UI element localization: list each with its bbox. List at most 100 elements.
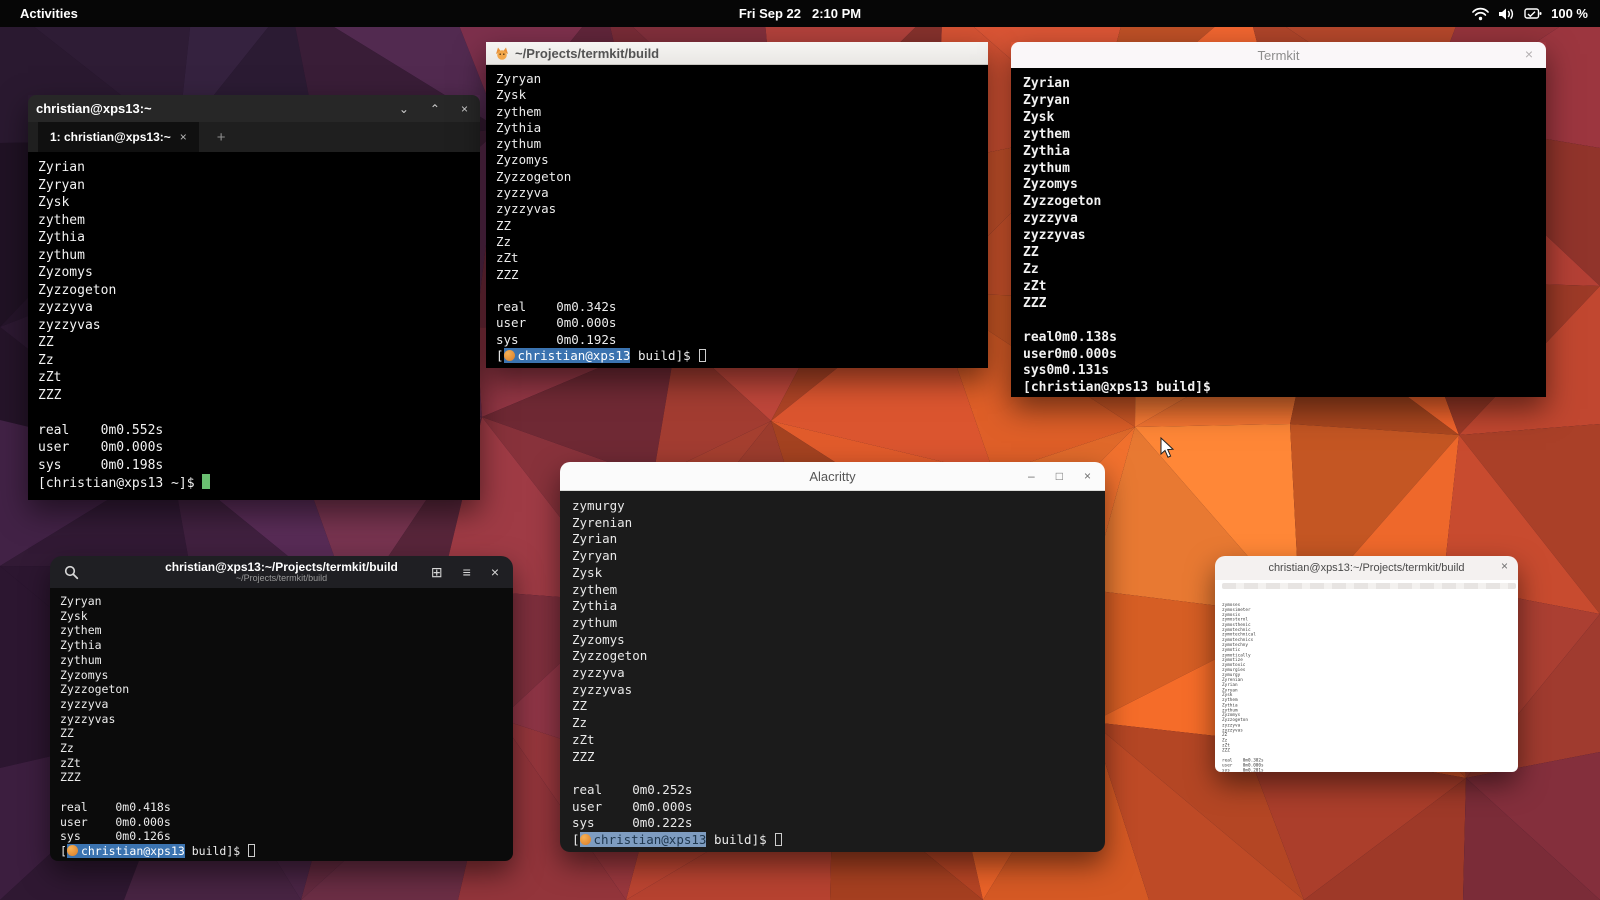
wifi-icon xyxy=(1472,7,1489,21)
terminal-line: Zyzomys xyxy=(572,632,1093,649)
terminal-line: zyzzyva xyxy=(60,697,503,712)
window-title: Alacritty xyxy=(809,469,855,484)
terminal-line: Zz xyxy=(496,234,978,250)
kitty-terminal-window: ~/Projects/termkit/build ZyryanZyskzythe… xyxy=(486,42,988,368)
terminal-line: Zz xyxy=(38,352,470,370)
terminal-line: Zyzzogeton xyxy=(496,169,978,185)
close-button[interactable]: × xyxy=(1525,46,1533,62)
gnome-top-bar: Activities Fri Sep 22 2:10 PM 100 % xyxy=(0,0,1600,27)
search-icon[interactable] xyxy=(64,565,79,580)
terminal-scrollback[interactable]: ZyrianZyryanZyskzythemZythiazythumZyzomy… xyxy=(28,152,480,500)
close-button[interactable]: × xyxy=(1084,469,1091,483)
terminal-line: Zz xyxy=(572,715,1093,732)
terminal-line: Zyrenian xyxy=(572,515,1093,532)
preview-content[interactable]: zymoseszymosimeterzymosiszymosterolzymos… xyxy=(1215,580,1518,772)
termkit-titlebar[interactable]: Termkit × xyxy=(1011,42,1546,68)
alacritty-titlebar[interactable]: Alacritty – □ × xyxy=(560,462,1105,491)
terminal-line: Zythia xyxy=(38,229,470,247)
clock-date: Fri Sep 22 xyxy=(739,6,801,21)
terminal-line: ZZZ xyxy=(496,267,978,283)
terminal-line: Zyzzogeton xyxy=(1023,194,1534,211)
tab-label: 1: christian@xps13:~ xyxy=(50,130,171,144)
terminal-line: zyzzyvas xyxy=(1023,228,1534,245)
terminal-line: zythum xyxy=(38,247,470,265)
cat-emoji-icon xyxy=(495,47,509,60)
terminal-line: Zyzomys xyxy=(496,152,978,168)
terminal-line: ZZZ xyxy=(1023,296,1534,313)
hollow-cursor xyxy=(699,349,706,362)
terminal-line: sys0m0.131s xyxy=(1023,363,1534,380)
clock-button[interactable]: Fri Sep 22 2:10 PM xyxy=(739,6,861,21)
system-status-area[interactable]: 100 % xyxy=(1472,6,1588,21)
terminal-line: real 0m0.252s xyxy=(572,782,1093,799)
minimize-button[interactable]: – xyxy=(1028,469,1035,483)
terminal-line: user 0m0.000s xyxy=(38,439,470,457)
tab-close-icon[interactable]: × xyxy=(180,130,187,144)
terminal-line: real 0m0.552s xyxy=(38,422,470,440)
terminal-scrollback[interactable]: ZyryanZyskzythemZythiazythumZyzomysZyzzo… xyxy=(486,65,988,368)
fox-emoji-icon xyxy=(580,834,591,845)
terminal-line: Zyryan xyxy=(38,177,470,195)
volume-icon xyxy=(1498,7,1515,21)
hollow-cursor xyxy=(775,833,782,846)
hollow-cursor xyxy=(248,844,255,857)
terminal-line: Zyryan xyxy=(496,71,978,87)
terminal-tab[interactable]: 1: christian@xps13:~ × xyxy=(38,122,199,152)
window-title: christian@xps13:~/Projects/termkit/build xyxy=(1268,562,1464,574)
terminal-line: Zysk xyxy=(496,87,978,103)
terminal-line: user0m0.000s xyxy=(1023,347,1534,364)
terminal-line: zZt xyxy=(496,250,978,266)
menu-icon[interactable]: ≡ xyxy=(463,564,471,580)
new-tab-button[interactable]: ⊞ xyxy=(431,564,443,581)
shell-prompt: [christian@xps13 ~]$ xyxy=(38,474,470,493)
kitty-titlebar[interactable]: ~/Projects/termkit/build xyxy=(486,42,988,65)
terminal-line: user 0m0.000s xyxy=(496,315,978,331)
console-headerbar[interactable]: christian@xps13:~/Projects/termkit/build… xyxy=(50,556,513,588)
alacritty-window: Alacritty – □ × zymurgyZyrenianZyrianZyr… xyxy=(560,462,1105,852)
terminal-line: Zyryan xyxy=(60,594,503,609)
terminal-line: Zyrian xyxy=(38,159,470,177)
terminal-scrollback[interactable]: zymurgyZyrenianZyrianZyryanZyskzythemZyt… xyxy=(560,491,1105,852)
terminal-line: zZt xyxy=(60,756,503,771)
window-subtitle: ~/Projects/termkit/build xyxy=(165,574,398,583)
terminal-line: Zythia xyxy=(572,598,1093,615)
terminal-line: Zyryan xyxy=(1023,93,1534,110)
terminal-line xyxy=(572,765,1093,782)
terminal-line: [christian@xps13 build]$ xyxy=(1023,380,1534,397)
terminal-line: ZZ xyxy=(496,218,978,234)
window-title: christian@xps13:~ xyxy=(36,101,152,116)
terminal-line: Zyzomys xyxy=(38,264,470,282)
tab-bar: 1: christian@xps13:~ × + xyxy=(28,122,480,152)
terminal-scrollback[interactable]: ZyryanZyskzythemZythiazythumZyzomysZyzzo… xyxy=(50,588,513,861)
gnome-terminal-titlebar[interactable]: christian@xps13:~ ⌄ ⌃ × xyxy=(28,95,480,122)
battery-percent-label: 100 % xyxy=(1551,6,1588,21)
maximize-button[interactable]: □ xyxy=(1056,469,1063,483)
terminal-line: ZZ xyxy=(1023,245,1534,262)
terminal-line xyxy=(496,283,978,299)
close-button[interactable]: × xyxy=(491,564,499,580)
terminal-line: sys 0m0.222s xyxy=(572,815,1093,832)
selected-text: christian@xps13 xyxy=(504,348,631,363)
terminal-line: ZZ xyxy=(38,334,470,352)
terminal-line: sys 0m0.126s xyxy=(60,829,503,844)
terminal-line: Zythia xyxy=(496,120,978,136)
terminal-line: Zyzzogeton xyxy=(60,682,503,697)
terminal-line: zyzzyva xyxy=(572,665,1093,682)
terminal-line: ZZZ xyxy=(60,770,503,785)
new-tab-button[interactable]: + xyxy=(217,129,226,146)
terminal-line: sys 0m0.201s xyxy=(1222,768,1514,772)
close-button[interactable]: × xyxy=(1501,559,1508,573)
maximize-button[interactable]: ⌃ xyxy=(430,102,440,116)
mouse-cursor xyxy=(1160,437,1176,459)
unmaximize-button[interactable]: ⌄ xyxy=(399,102,409,116)
terminal-scrollback[interactable]: ZyrianZyryanZyskzythemZythiazythumZyzomy… xyxy=(1011,68,1546,397)
terminal-line: zymurgy xyxy=(572,498,1093,515)
close-button[interactable]: × xyxy=(461,102,468,116)
preview-titlebar[interactable]: christian@xps13:~/Projects/termkit/build… xyxy=(1215,556,1518,580)
terminal-line: zyzzyvas xyxy=(496,201,978,217)
terminal-line: zythem xyxy=(1023,127,1534,144)
block-cursor xyxy=(202,474,210,489)
activities-button[interactable]: Activities xyxy=(14,4,84,23)
terminal-line: zZt xyxy=(572,732,1093,749)
fox-emoji-icon xyxy=(504,350,515,361)
